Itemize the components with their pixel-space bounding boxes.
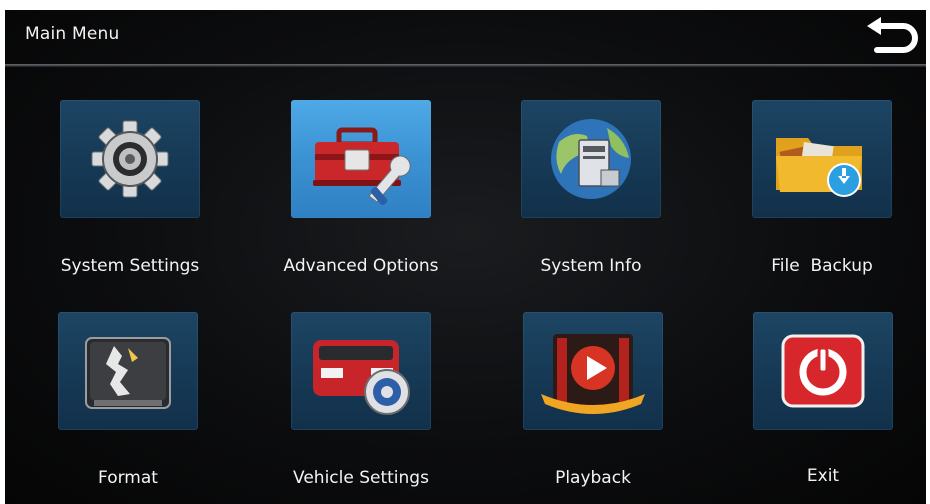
vehicle-gear-icon [313,340,410,415]
advanced-options-tile[interactable] [291,100,431,218]
file-backup-tile[interactable] [752,100,892,218]
system-info-tile[interactable] [521,100,661,218]
system-settings-tile[interactable] [60,100,200,218]
back-button[interactable] [863,16,921,56]
menu-label-file-backup[interactable]: File Backup [712,256,926,276]
menu-label-exit[interactable]: Exit [713,466,926,486]
back-arrow-icon [867,17,918,53]
header-bar: Main Menu [5,10,926,62]
film-play-icon [541,334,645,414]
menu-label-format[interactable]: Format [18,468,238,488]
menu-label-system-info[interactable]: System Info [481,256,701,276]
hard-drive-icon [85,337,171,409]
menu-label-system-settings[interactable]: System Settings [20,256,240,276]
toolbox-icon [313,127,411,206]
header-divider [5,64,926,67]
folder-download-icon [776,138,862,197]
menu-label-advanced-options[interactable]: Advanced Options [251,256,471,276]
page-title: Main Menu [25,24,120,44]
exit-tile[interactable] [753,312,893,430]
menu-label-vehicle-settings[interactable]: Vehicle Settings [251,468,471,488]
menu-label-playback[interactable]: Playback [483,468,703,488]
vehicle-settings-tile[interactable] [291,312,431,430]
power-icon [781,334,865,408]
globe-computer-icon [551,119,631,199]
format-tile[interactable] [58,312,198,430]
gear-icon [91,120,169,198]
main-menu-screen: Main Menu System Settings Advanced Optio… [5,10,926,504]
playback-tile[interactable] [523,312,663,430]
